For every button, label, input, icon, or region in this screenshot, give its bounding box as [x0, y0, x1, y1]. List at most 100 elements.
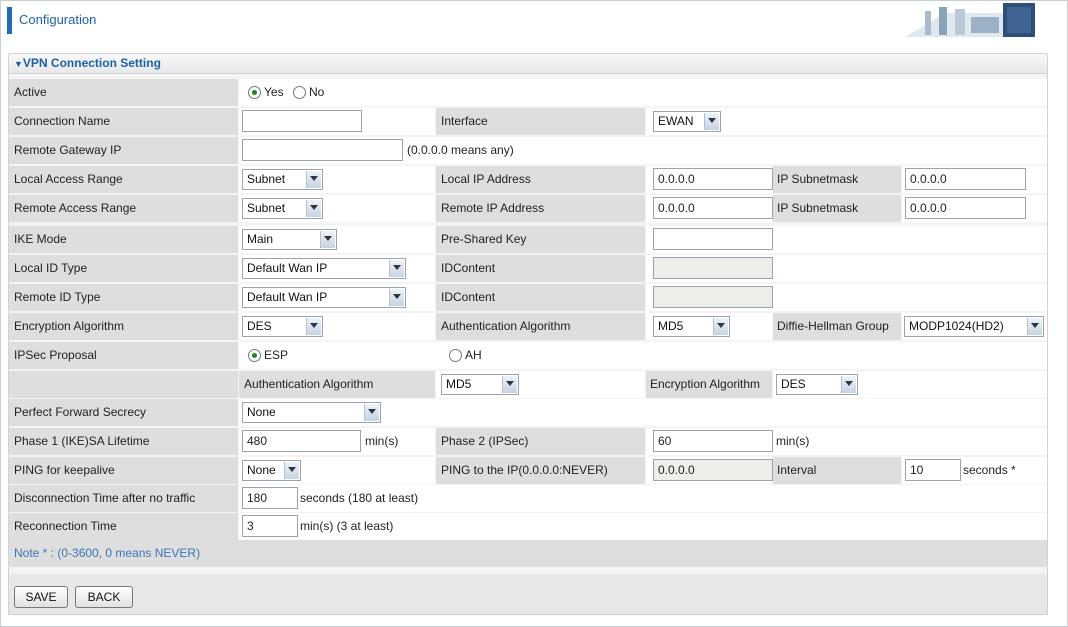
ping-keepalive-select[interactable]: None — [242, 460, 301, 481]
remote-id-type-label: Remote ID Type — [9, 284, 238, 311]
remote-id-type-select[interactable]: Default Wan IP — [242, 287, 406, 308]
chevron-down-icon — [306, 171, 321, 188]
dh-group-select[interactable]: MODP1024(HD2) — [904, 316, 1044, 337]
psk-label: Pre-Shared Key — [436, 226, 645, 253]
active-yes-label: Yes — [264, 85, 284, 99]
active-label: Active — [9, 79, 238, 106]
remote-subnetmask-input[interactable] — [905, 197, 1026, 219]
reconn-time-unit: min(s) (3 at least) — [300, 519, 394, 533]
local-ip-label: Local IP Address — [436, 166, 645, 193]
active-yes-radio[interactable] — [248, 86, 261, 99]
ping-keepalive-cell: None — [239, 457, 435, 484]
auth-alg-select[interactable]: MD5 — [653, 316, 730, 337]
save-button[interactable]: SAVE — [14, 586, 68, 608]
phase1-input[interactable] — [242, 430, 361, 452]
disc-time-cell: seconds (180 at least) — [239, 485, 1047, 512]
ipsec-proposal-label: IPSec Proposal — [9, 342, 238, 369]
ipsec-sub-spacer — [9, 371, 238, 398]
ipsec-ah-radio[interactable] — [449, 349, 462, 362]
auth-alg-label: Authentication Algorithm — [436, 313, 645, 340]
footnote: Note * : (0-3600, 0 means NEVER) — [9, 540, 1047, 567]
local-access-label: Local Access Range — [9, 166, 238, 193]
interface-cell: EWAN — [646, 108, 1047, 135]
chevron-down-icon — [306, 200, 321, 217]
psk-cell — [646, 226, 1047, 253]
chevron-down-icon — [389, 289, 404, 306]
ipsec-auth-alg-select[interactable]: MD5 — [441, 374, 519, 395]
enc-alg-cell: DES — [239, 313, 435, 340]
vpn-connection-panel: ▼VPN Connection Setting Active Yes No Co… — [8, 53, 1048, 615]
active-no-label: No — [309, 85, 325, 99]
remote-idcontent-cell — [646, 284, 1047, 311]
local-idcontent-label: IDContent — [436, 255, 645, 282]
ipsec-esp-label: ESP — [264, 348, 289, 362]
dh-group-cell: MODP1024(HD2) — [902, 313, 1047, 340]
ping-keepalive-label: PING for keepalive — [9, 457, 238, 484]
disc-time-input[interactable] — [242, 487, 298, 509]
phase2-input[interactable] — [653, 430, 773, 452]
ike-mode-cell: Main — [239, 226, 435, 253]
interface-select[interactable]: EWAN — [653, 111, 721, 132]
remote-ip-label: Remote IP Address — [436, 195, 645, 222]
psk-input[interactable] — [653, 228, 773, 250]
disc-time-label: Disconnection Time after no traffic — [9, 485, 238, 512]
local-subnetmask-label: IP Subnetmask — [773, 166, 901, 193]
connection-name-cell — [239, 108, 435, 135]
disc-time-unit: seconds (180 at least) — [300, 491, 419, 505]
local-subnetmask-input[interactable] — [905, 168, 1026, 190]
remote-access-select[interactable]: Subnet — [242, 198, 323, 219]
local-access-cell: Subnet — [239, 166, 435, 193]
ipsec-auth-alg-label: Authentication Algorithm — [239, 371, 435, 398]
remote-access-cell: Subnet — [239, 195, 435, 222]
pfs-select[interactable]: None — [242, 402, 381, 423]
ping-ip-input — [653, 459, 773, 481]
chevron-down-icon — [306, 318, 321, 335]
interface-label: Interface — [436, 108, 645, 135]
page-title: Configuration — [19, 12, 97, 27]
chevron-down-icon — [1027, 318, 1042, 335]
connection-name-input[interactable] — [242, 110, 362, 132]
chevron-down-icon — [389, 260, 404, 277]
phase2-label: Phase 2 (IPSec) — [436, 428, 645, 455]
pfs-cell: None — [239, 399, 1047, 426]
interval-cell: seconds * — [902, 457, 1047, 484]
button-row: SAVE BACK — [9, 574, 1047, 614]
chevron-down-icon — [502, 376, 517, 393]
chevron-down-icon — [713, 318, 728, 335]
section-header[interactable]: ▼VPN Connection Setting — [9, 54, 1047, 74]
local-access-select[interactable]: Subnet — [242, 169, 323, 190]
local-id-type-select[interactable]: Default Wan IP — [242, 258, 406, 279]
chevron-down-icon — [284, 462, 299, 479]
local-ip-cell — [646, 166, 773, 193]
remote-subnetmask-cell — [902, 195, 1047, 222]
ipsec-proposal-cell: ESP AH — [239, 342, 1047, 369]
active-cell: Yes No — [239, 79, 1047, 106]
local-idcontent-input — [653, 257, 773, 279]
remote-ip-input[interactable] — [653, 197, 773, 219]
remote-ip-cell — [646, 195, 773, 222]
local-ip-input[interactable] — [653, 168, 773, 190]
reconn-time-input[interactable] — [242, 515, 298, 537]
reconn-time-cell: min(s) (3 at least) — [239, 513, 1047, 540]
chevron-down-icon — [704, 113, 719, 130]
enc-alg-select[interactable]: DES — [242, 316, 323, 337]
ike-mode-select[interactable]: Main — [242, 229, 337, 250]
interval-unit: seconds * — [963, 463, 1016, 477]
back-button[interactable]: BACK — [75, 586, 133, 608]
phase2-cell: min(s) — [646, 428, 1047, 455]
local-subnetmask-cell — [902, 166, 1047, 193]
active-no-radio[interactable] — [293, 86, 306, 99]
ping-ip-cell — [646, 457, 773, 484]
remote-gateway-cell: (0.0.0.0 means any) — [239, 137, 1047, 164]
interval-input[interactable] — [905, 459, 961, 481]
ipsec-enc-alg-select[interactable]: DES — [776, 374, 858, 395]
header-banner-image — [905, 3, 1035, 37]
remote-gateway-hint: (0.0.0.0 means any) — [407, 143, 514, 157]
phase2-unit: min(s) — [776, 434, 810, 448]
remote-id-type-cell: Default Wan IP — [239, 284, 435, 311]
local-id-type-label: Local ID Type — [9, 255, 238, 282]
ipsec-enc-alg-label: Encryption Algorithm — [646, 371, 772, 398]
ipsec-esp-radio[interactable] — [248, 349, 261, 362]
remote-gateway-input[interactable] — [242, 139, 403, 161]
pfs-label: Perfect Forward Secrecy — [9, 399, 238, 426]
